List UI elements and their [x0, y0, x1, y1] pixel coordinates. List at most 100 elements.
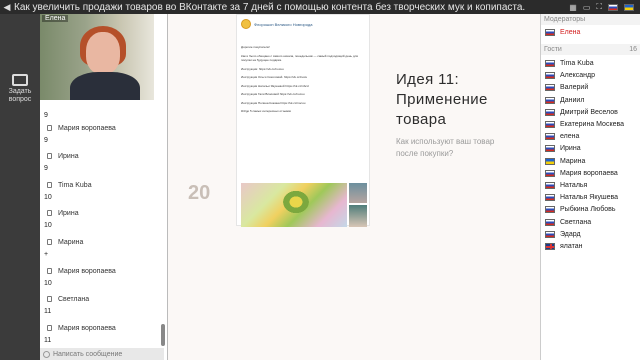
participant-name: Марина	[560, 157, 586, 165]
user-icon	[47, 324, 52, 331]
emoji-icon[interactable]	[43, 350, 50, 358]
idea-title-line3: товара	[396, 111, 447, 128]
participant-row[interactable]: ялатан	[541, 241, 640, 252]
post-line: Инструкция Натальи Якушевой https://vk.c…	[241, 83, 309, 88]
participant-name: ялатан	[560, 243, 583, 250]
flag-ru-icon	[545, 194, 555, 202]
vk-post-screenshot: Флорошоп Великого Новгорода Дорогие поку…	[236, 14, 370, 227]
flag-ru-icon	[545, 169, 555, 177]
chat-message-user: Ирина	[58, 210, 79, 218]
post-text: Дорогие покупатели! Как и было обещано с …	[241, 45, 367, 118]
participant-row[interactable]: Даниил	[541, 95, 640, 106]
participant-row[interactable]: Мария воропаева	[541, 168, 640, 179]
post-line: Инструкция: https://vk.cc/nocuu	[241, 66, 284, 71]
participant-row[interactable]: елена	[541, 131, 640, 142]
chat-message-text: 11	[44, 336, 52, 344]
chat-message-text: 9	[44, 136, 48, 144]
participant-name: Наталья	[560, 182, 588, 189]
participant-name: Мария воропаева	[560, 169, 618, 177]
language-flag-ru[interactable]	[608, 3, 618, 11]
participant-name: Светлана	[560, 218, 592, 226]
flag-ru-icon	[545, 72, 555, 80]
window-icon[interactable]: ▭	[583, 3, 591, 12]
post-image-thumb-2	[349, 205, 367, 227]
participant-row[interactable]: Светлана	[541, 217, 640, 228]
flag-ua-icon	[545, 157, 555, 165]
participant-row[interactable]: Елена	[541, 27, 640, 38]
grid-icon[interactable]: ▦	[569, 3, 577, 12]
title-bar-tools: ▦ ▭ ⛶	[569, 2, 640, 12]
participant-name: Ирина	[560, 145, 581, 153]
post-line: Инструкция Ольги Соколовой. https://vk.c…	[241, 75, 308, 79]
chat-message-text: 10	[44, 279, 52, 287]
participant-row[interactable]: Эдард	[541, 229, 640, 240]
participant-row[interactable]: Дмитрий Веселов	[541, 107, 640, 118]
participant-row[interactable]: Tima Kuba	[541, 58, 640, 69]
slide-number: 20	[188, 182, 211, 204]
chat-input[interactable]: Написать сообщение	[53, 351, 122, 358]
flag-gb-icon	[545, 243, 555, 250]
chat-message-user: Марина	[58, 239, 84, 246]
flag-ru-icon	[545, 230, 555, 238]
flag-ru-icon	[545, 60, 555, 67]
chat-message-text: 11	[44, 308, 52, 316]
participant-name: Эдард	[560, 230, 581, 238]
participant-name: Наталья Якушева	[560, 194, 619, 202]
fullscreen-icon[interactable]: ⛶	[596, 2, 602, 12]
post-image-thumb-1	[349, 183, 367, 203]
chat-message-text: 9	[44, 112, 48, 119]
chat-message-user: Мария воропаева	[58, 124, 116, 132]
participant-row[interactable]: Рыбкина Любовь	[541, 204, 640, 215]
post-line: Как и было обещано с самого начала, поне…	[241, 53, 358, 63]
user-icon	[47, 296, 52, 303]
title-bar: ◀ Как увеличить продажи товаров во ВКонт…	[0, 0, 640, 14]
participant-name: Екатерина Москева	[560, 121, 625, 128]
presenter-face	[86, 32, 120, 74]
chat-question-icon	[12, 74, 28, 86]
chat-message-list[interactable]: 9 Мария воропаева 9 Ирина 9 Tima Kuba 10 Ирина 1…	[40, 100, 164, 348]
flag-ru-icon	[545, 84, 555, 92]
chat-message-text: 10	[44, 222, 52, 230]
user-icon	[47, 153, 52, 160]
flag-ru-icon	[545, 121, 555, 128]
participant-row[interactable]: Екатерина Москева	[541, 119, 640, 130]
presentation-slide: 20 Флорошоп Великого Новгорода Дорогие п…	[168, 14, 540, 360]
participant-row[interactable]: Ирина	[541, 143, 640, 154]
chat-panel: Елена 9 Мария воропаева 9 Ирина 9 Tima Kuba 10…	[40, 14, 168, 360]
participant-row[interactable]: Наталья Якушева	[541, 192, 640, 203]
participant-row[interactable]: Наталья	[541, 180, 640, 191]
post-line: Инструкция Гали Власовой https://vk.cc/n…	[241, 92, 305, 96]
moderators-label: Модераторы	[544, 16, 586, 23]
user-icon	[47, 239, 52, 245]
flag-ru-icon	[545, 96, 555, 104]
language-flag-ua[interactable]	[624, 3, 634, 11]
group-logo-icon	[241, 19, 251, 29]
guests-label: Гости	[544, 46, 562, 53]
flag-ru-icon	[545, 133, 555, 141]
idea-title-line1: Идея 11:	[396, 71, 460, 88]
participant-row[interactable]: Марина	[541, 156, 640, 167]
presenter-name: Елена	[42, 15, 69, 22]
chat-message-user: Мария воропаева	[58, 324, 116, 332]
participant-name: Дмитрий Веселов	[560, 108, 618, 116]
participant-name: елена	[560, 133, 580, 141]
chat-message-text: 10	[44, 193, 52, 201]
moderators-header: Модераторы	[541, 14, 640, 25]
group-name: Флорошоп Великого Новгорода	[254, 21, 313, 27]
chat-scrollbar[interactable]	[161, 324, 165, 346]
post-line: Дорогие покупатели!	[241, 45, 270, 49]
user-icon	[47, 124, 52, 131]
participant-name: Рыбкина Любовь	[560, 206, 616, 214]
chat-message-user: Tima Kuba	[58, 181, 92, 189]
post-line: #nfigo 5 самых интересных отзывов	[241, 109, 291, 113]
flag-ru-icon	[545, 29, 555, 36]
arrow-left-icon[interactable]: ◀	[0, 2, 14, 13]
user-icon	[47, 181, 52, 188]
participant-row[interactable]: Валерий	[541, 82, 640, 93]
chat-input-bar[interactable]: Написать сообщение	[40, 348, 164, 360]
guests-header: Гости 16	[541, 44, 640, 55]
participant-row[interactable]: Александр	[541, 70, 640, 81]
chat-message-text: 9	[44, 165, 48, 173]
ask-question-button[interactable]: Задать вопрос	[2, 74, 38, 104]
user-icon	[47, 210, 52, 217]
